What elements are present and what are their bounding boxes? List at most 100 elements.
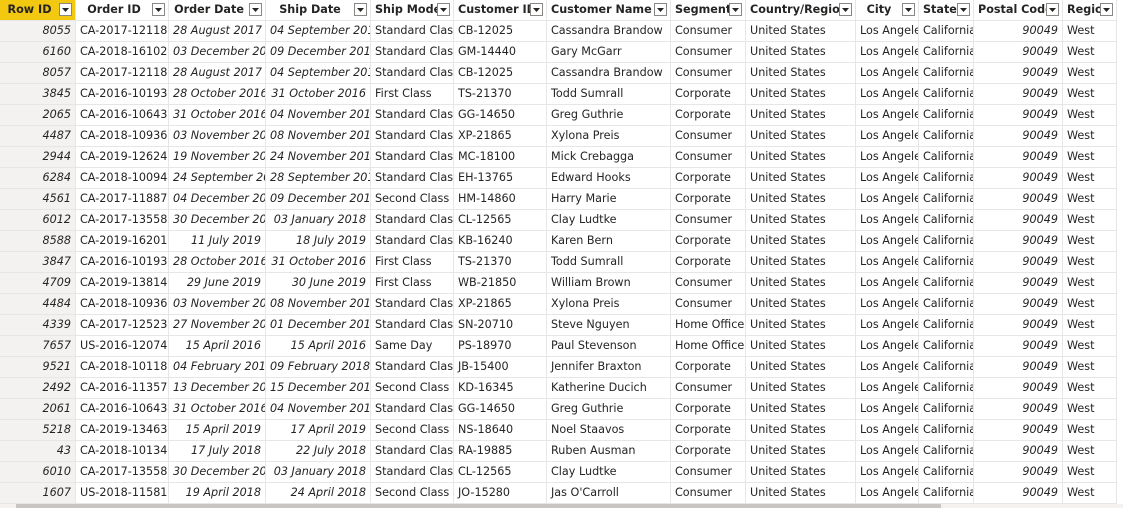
filter-dropdown-button[interactable] [354,3,367,16]
cell-ship-mode: Second Class [371,378,454,399]
cell-postal-code: 90049 [974,441,1063,462]
horizontal-scrollbar[interactable] [0,504,1123,508]
table-row[interactable]: 6012CA-2017-13558030 December 201703 Jan… [0,210,1123,231]
cell-order-id: CA-2017-121188 [76,21,169,42]
column-header-country[interactable]: Country/Region [746,0,856,21]
filter-dropdown-button[interactable] [530,3,543,16]
column-header-ship-date[interactable]: Ship Date [266,0,371,21]
filter-dropdown-button[interactable] [437,3,450,16]
table-row[interactable]: 8055 CA-2017-121188 28 August 2017 04 Septe… [0,21,1123,42]
table-row[interactable]: 1607 US-2018-115819 19 April 2018 24 April … [0,483,1123,504]
cell-order-date: 28 August 2017 [169,63,266,84]
table-row[interactable]: 4709 CA-2019-138149 29 June 2019 30 June 20… [0,273,1123,294]
cell-state: California [919,336,974,357]
table-row[interactable]: 9521 CA-2018-101189 04 February 2018 09 Feb… [0,357,1123,378]
table-row[interactable]: 4484CA-2018-10936503 November 201808 Nov… [0,294,1123,315]
filter-dropdown-button[interactable] [152,3,165,16]
cell-ship-mode: Standard Class [371,399,454,420]
table-row[interactable]: 2065 CA-2016-106439 31 October 2016 04 Nove… [0,105,1123,126]
table-row[interactable]: 6284CA-2018-10094424 September 201828 Se… [0,168,1123,189]
table-row[interactable]: 8057 CA-2017-121188 28 August 2017 04 Septe… [0,63,1123,84]
filter-dropdown-button[interactable] [902,3,915,16]
table-row[interactable]: 3847 CA-2016-101931 28 October 2016 31 Octo… [0,252,1123,273]
cell-order-id: CA-2016-113579 [76,378,169,399]
header-row: Row ID Order ID Order Date Ship Date Ship Mo… [0,0,1123,21]
cell-order-date: 28 October 2016 [169,84,266,105]
column-header-row-id[interactable]: Row ID [0,0,76,21]
cell-region: West [1063,21,1117,42]
table-row[interactable]: 8588 CA-2019-162015 11 July 2019 18 July 20… [0,231,1123,252]
filter-dropdown-button[interactable] [729,3,742,16]
column-header-postal-code[interactable]: Postal Code [974,0,1063,21]
cell-customer-id: MC-18100 [454,147,547,168]
cell-region: West [1063,378,1117,399]
filter-dropdown-button[interactable] [839,3,852,16]
cell-order-date: 15 April 2016 [169,336,266,357]
cell-state: California [919,273,974,294]
table-row[interactable]: 43 CA-2018-101343 17 July 2018 22 July 2018… [0,441,1123,462]
cell-state: California [919,231,974,252]
cell-country: United States [746,315,856,336]
table-row[interactable]: 4561CA-2017-11887104 December 201709 Dec… [0,189,1123,210]
column-header-customer-id[interactable]: Customer ID [454,0,547,21]
column-header-region[interactable]: Region [1063,0,1117,21]
cell-country: United States [746,378,856,399]
chevron-down-icon [357,7,364,12]
filter-dropdown-button[interactable] [654,3,667,16]
column-header-order-date[interactable]: Order Date [169,0,266,21]
table-row[interactable]: 2492CA-2016-11357913 December 201615 Dec… [0,378,1123,399]
cell-state: California [919,105,974,126]
table-row[interactable]: 6010CA-2017-13558030 December 201703 Jan… [0,462,1123,483]
cell-city: Los Angeles [856,147,919,168]
cell-customer-id: NS-18640 [454,420,547,441]
filter-dropdown-button[interactable] [957,3,970,16]
scrollbar-thumb[interactable] [16,504,941,508]
table-row[interactable]: 3845 CA-2016-101931 28 October 2016 31 Octo… [0,84,1123,105]
table-row[interactable]: 4339CA-2017-12523427 November 201701 Dec… [0,315,1123,336]
column-header-order-id[interactable]: Order ID [76,0,169,21]
cell-order-date: 31 October 2016 [169,105,266,126]
cell-country: United States [746,252,856,273]
table-row[interactable]: 5218 CA-2019-134635 15 April 2019 17 April … [0,420,1123,441]
cell-customer-id: KB-16240 [454,231,547,252]
cell-customer-name: Clay Ludtke [547,210,671,231]
data-grid: Row ID Order ID Order Date Ship Date Ship Mo… [0,0,1123,508]
cell-ship-date: 04 September 2017 [266,21,371,42]
column-header-ship-mode[interactable]: Ship Mode [371,0,454,21]
cell-segment: Corporate [671,84,746,105]
cell-customer-name: Mick Crebagga [547,147,671,168]
cell-city: Los Angeles [856,252,919,273]
chevron-down-icon [62,7,69,12]
cell-ship-date: 01 December 2017 [266,315,371,336]
column-header-label: State [923,3,957,16]
cell-customer-name: Xylona Preis [547,294,671,315]
table-row[interactable]: 7657 US-2016-120740 15 April 2016 15 April … [0,336,1123,357]
filter-dropdown-button[interactable] [1100,3,1113,16]
column-header-customer-name[interactable]: Customer Name [547,0,671,21]
cell-city: Los Angeles [856,273,919,294]
table-row[interactable]: 2061 CA-2016-106439 31 October 2016 04 Nove… [0,399,1123,420]
table-row[interactable]: 2944CA-2019-12624219 November 201924 Nov… [0,147,1123,168]
cell-row-id: 6160 [0,42,76,63]
column-header-state[interactable]: State [919,0,974,21]
cell-country: United States [746,105,856,126]
cell-customer-name: Jas O'Carroll [547,483,671,504]
cell-ship-mode: Standard Class [371,294,454,315]
chevron-down-icon [440,7,447,12]
cell-order-date: 13 December 2016 [169,378,266,399]
column-header-city[interactable]: City [856,0,919,21]
cell-order-date: 28 October 2016 [169,252,266,273]
table-row[interactable]: 6160CA-2018-16102503 December 201809 Dec… [0,42,1123,63]
cell-region: West [1063,147,1117,168]
cell-ship-date: 04 November 2016 [266,399,371,420]
column-header-label: Row ID [7,3,52,16]
filter-dropdown-button[interactable] [59,3,72,16]
cell-ship-mode: Standard Class [371,21,454,42]
cell-state: California [919,126,974,147]
table-row[interactable]: 4487CA-2018-10936503 November 201808 Nov… [0,126,1123,147]
column-header-segment[interactable]: Segment [671,0,746,21]
cell-order-id: CA-2017-135580 [76,210,169,231]
filter-dropdown-button[interactable] [1046,3,1059,16]
filter-dropdown-button[interactable] [249,3,262,16]
cell-order-date: 03 November 2018 [169,126,266,147]
